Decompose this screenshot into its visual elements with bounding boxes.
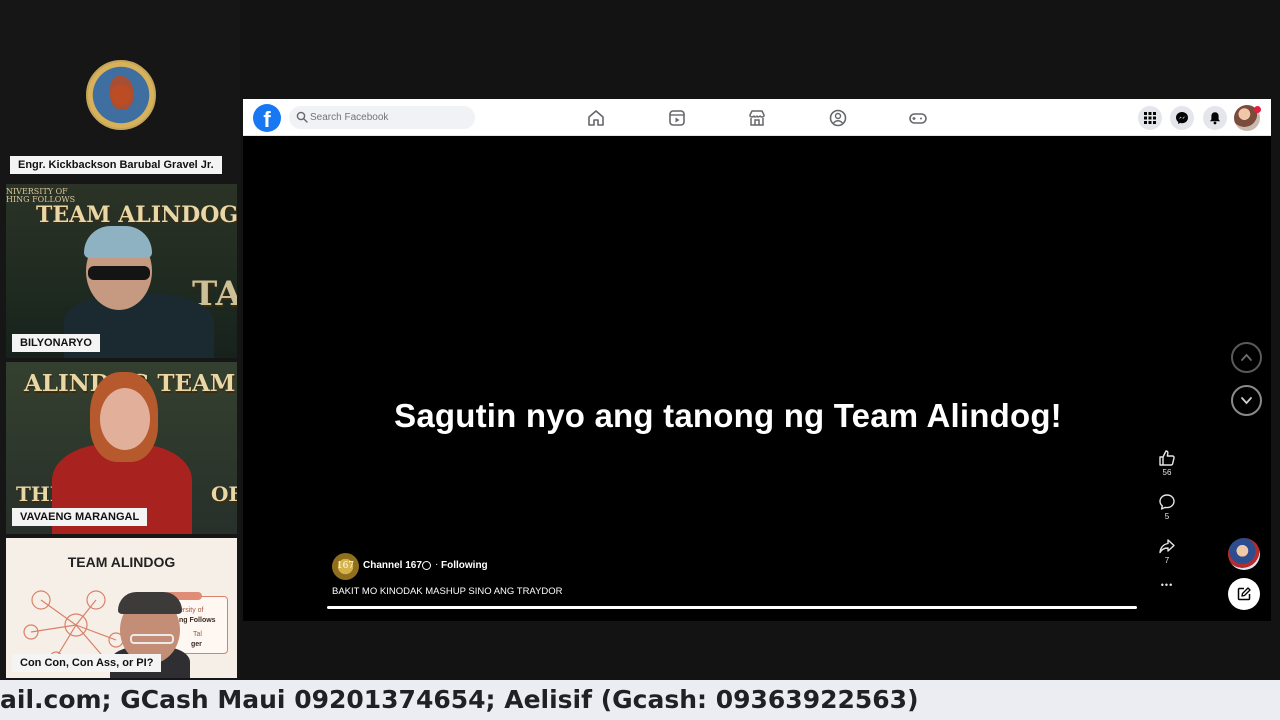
facebook-top-bar: f bbox=[243, 99, 1271, 136]
compose-button[interactable] bbox=[1228, 578, 1260, 610]
like-count: 56 bbox=[1162, 468, 1172, 477]
participant-video-bilyonaryo[interactable]: NIVERSITY OF HING FOLLOWS TEAM ALINDOG T… bbox=[6, 184, 237, 358]
search-icon bbox=[296, 111, 308, 123]
next-video-button[interactable] bbox=[1231, 385, 1262, 416]
messenger-icon bbox=[1176, 112, 1188, 124]
slide-title: TEAM ALINDOG bbox=[67, 554, 176, 570]
donation-ticker: ail.com; GCash Maui 09201374654; Aelisif… bbox=[0, 680, 1280, 720]
share-count: 7 bbox=[1164, 556, 1170, 565]
comment-button[interactable]: 5 bbox=[1155, 493, 1179, 521]
globe-icon bbox=[422, 561, 431, 570]
home-icon[interactable] bbox=[586, 108, 606, 128]
facebook-window: f Search Facebook Sagutin nyo ang tanong… bbox=[243, 99, 1271, 621]
user-avatar[interactable] bbox=[1228, 538, 1260, 570]
marketplace-icon[interactable] bbox=[747, 108, 767, 128]
thumbs-up-icon bbox=[1159, 450, 1175, 466]
slide-line: Tal bbox=[193, 631, 202, 638]
sunglasses bbox=[88, 266, 150, 280]
video-progress-bar[interactable] bbox=[327, 606, 1137, 609]
meeting-stage: Engr. Kickbackson Barubal Gravel Jr. NIV… bbox=[0, 0, 1280, 720]
glasses bbox=[130, 634, 174, 644]
following-button[interactable]: Following bbox=[441, 560, 488, 571]
chevron-down-icon bbox=[1241, 397, 1252, 405]
participant-name-label: Engr. Kickbackson Barubal Gravel Jr. bbox=[10, 156, 222, 174]
share-button[interactable]: 7 bbox=[1155, 537, 1179, 565]
share-icon bbox=[1159, 539, 1175, 554]
channel-name[interactable]: Channel 167 bbox=[363, 560, 422, 571]
more-options-icon[interactable]: ••• bbox=[1155, 580, 1179, 590]
slide-line: ger bbox=[191, 641, 202, 648]
notifications-button[interactable] bbox=[1203, 106, 1227, 130]
groups-icon[interactable] bbox=[828, 108, 848, 128]
banner-title: TEAM ALINDOG bbox=[36, 202, 237, 228]
participant-video-presentation[interactable]: TEAM ALINDOG ersity of ng Follows Tal ge… bbox=[6, 538, 237, 678]
video-title: BAKIT MO KINODAK MASHUP SINO ANG TRAYDOR bbox=[332, 586, 563, 597]
participant-name-label: VAVAENG MARANGAL bbox=[12, 508, 148, 526]
participants-panel: Engr. Kickbackson Barubal Gravel Jr. NIV… bbox=[0, 0, 240, 680]
search-box[interactable] bbox=[289, 106, 475, 129]
video-caption-text: Sagutin nyo ang tanong ng Team Alindog! bbox=[394, 397, 1062, 434]
menu-grid-button[interactable] bbox=[1138, 106, 1162, 130]
comment-count: 5 bbox=[1164, 512, 1170, 521]
like-button[interactable]: 56 bbox=[1155, 449, 1179, 477]
cap bbox=[84, 226, 152, 258]
slide-line: ng Follows bbox=[179, 617, 216, 624]
edit-icon bbox=[1237, 587, 1251, 601]
previous-video-button[interactable] bbox=[1231, 342, 1262, 373]
reels-icon[interactable] bbox=[667, 108, 687, 128]
participant-name-label: Con Con, Con Ass, or PI? bbox=[12, 654, 162, 672]
backdrop-right: OF bbox=[211, 482, 237, 506]
hair bbox=[118, 592, 182, 614]
participant-seal-logo bbox=[86, 60, 156, 130]
participant-name-label: BILYONARYO bbox=[12, 334, 100, 352]
person-head bbox=[100, 388, 150, 450]
comment-icon bbox=[1159, 494, 1175, 510]
bell-icon bbox=[1210, 112, 1220, 125]
channel-avatar[interactable]: 167 bbox=[332, 553, 359, 580]
messenger-button[interactable] bbox=[1170, 106, 1194, 130]
chevron-up-icon bbox=[1241, 353, 1252, 361]
facebook-logo-icon[interactable]: f bbox=[253, 104, 281, 132]
menu-grid-icon bbox=[1144, 112, 1156, 124]
gaming-icon[interactable] bbox=[908, 108, 928, 128]
slide-line: ersity of bbox=[179, 607, 204, 614]
separator-dot: · bbox=[435, 559, 439, 570]
ticker-text: ail.com; GCash Maui 09201374654; Aelisif… bbox=[0, 685, 919, 714]
search-input[interactable] bbox=[310, 106, 470, 129]
account-avatar[interactable] bbox=[1234, 105, 1261, 131]
participant-video-vavaeng[interactable]: ALINDOG TEAM THE OF VAVAENG MARANGAL bbox=[6, 362, 237, 534]
